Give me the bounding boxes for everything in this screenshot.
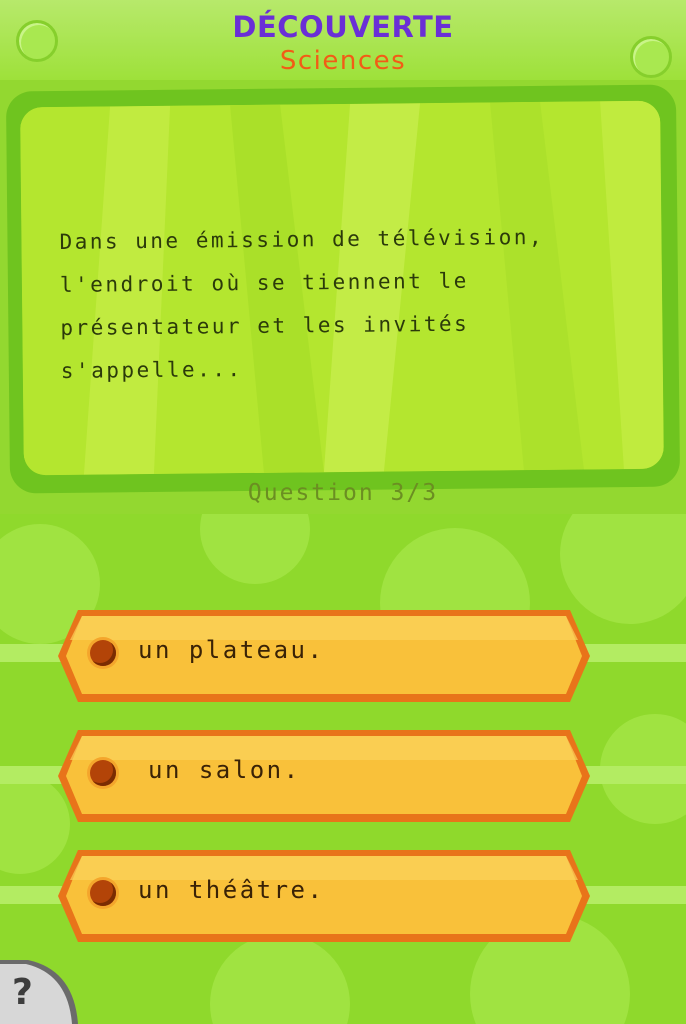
answer-button-3[interactable]: un théâtre. [56, 848, 592, 944]
bottom-screen: un plateau. un salon. un théâtre. ? [0, 514, 686, 1024]
help-button[interactable]: ? [0, 960, 80, 1024]
answer-button-2[interactable]: un salon. [56, 728, 592, 824]
answer-label: un salon. [148, 756, 301, 784]
subcategory-title: Sciences [279, 46, 407, 76]
answer-frame [58, 730, 590, 822]
question-counter: Question 3/3 [247, 480, 439, 506]
question-card: Dans une émission de télévision, l'endro… [5, 84, 681, 494]
bg-bubble [200, 514, 310, 584]
question-text: Dans une émission de télévision, l'endro… [59, 224, 545, 383]
answer-bullet-icon [90, 760, 116, 786]
answer-label: un plateau. [138, 636, 325, 664]
question-card-panel: Dans une émission de télévision, l'endro… [20, 100, 664, 476]
answer-button-1[interactable]: un plateau. [56, 608, 592, 704]
answer-bullet-icon [90, 640, 116, 666]
game-screen: DÉCOUVERTE Sciences Dans une émission de… [0, 0, 686, 1024]
answer-label: un théâtre. [138, 876, 325, 904]
help-question-icon: ? [12, 972, 33, 1013]
answer-bullet-icon [90, 880, 116, 906]
bg-bubble [210, 934, 350, 1024]
category-title: DÉCOUVERTE [232, 10, 454, 44]
top-screen: DÉCOUVERTE Sciences Dans une émission de… [0, 0, 686, 514]
